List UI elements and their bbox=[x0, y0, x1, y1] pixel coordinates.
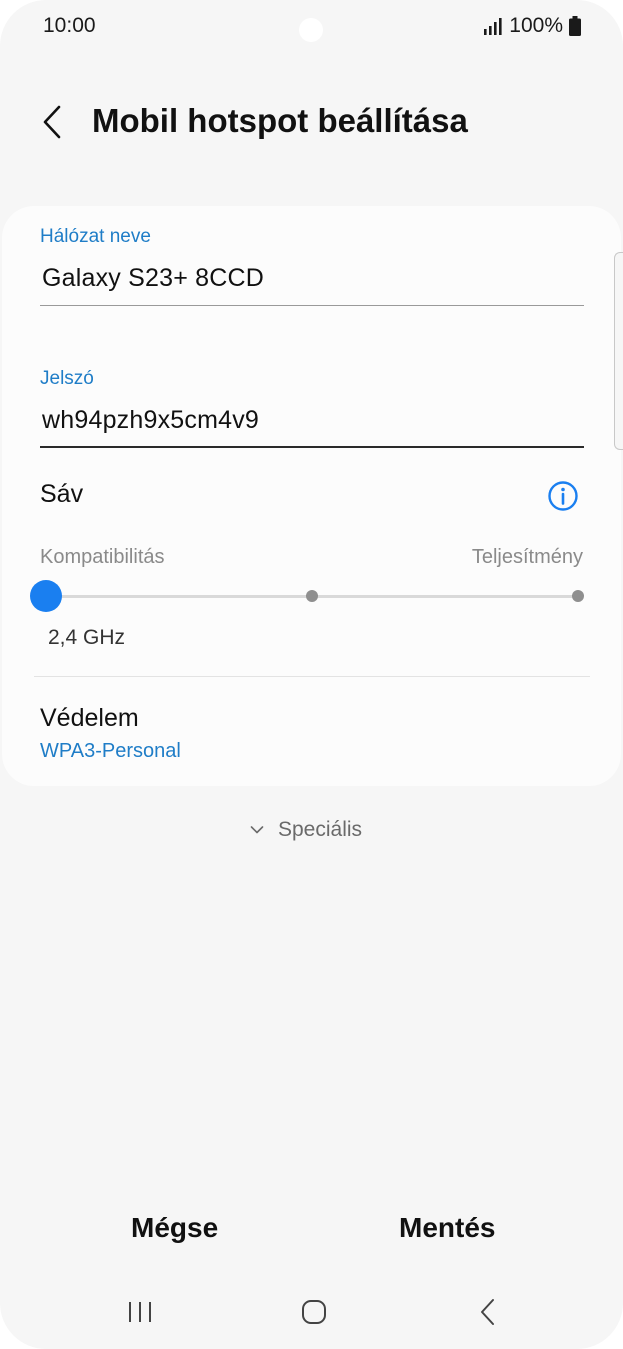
security-value: WPA3-Personal bbox=[40, 740, 181, 762]
signal-icon bbox=[484, 18, 502, 35]
home-icon bbox=[302, 1300, 326, 1324]
band-label: Sáv bbox=[40, 480, 84, 508]
back-arrow-icon bbox=[43, 105, 61, 139]
advanced-toggle[interactable]: Speciális bbox=[250, 818, 362, 842]
hotspot-settings-card: Hálózat neve Galaxy S23+ 8CCD Jelszó wh9… bbox=[2, 206, 621, 786]
nav-back-button[interactable] bbox=[468, 1292, 508, 1332]
back-icon bbox=[481, 1299, 494, 1325]
band-slider-thumb[interactable] bbox=[30, 580, 62, 612]
password-field[interactable]: wh94pzh9x5cm4v9 bbox=[42, 406, 259, 435]
scroll-indicator[interactable] bbox=[614, 252, 623, 450]
security-label: Védelem bbox=[40, 704, 139, 732]
band-slider-step-dot[interactable] bbox=[572, 590, 584, 602]
cancel-button[interactable]: Mégse bbox=[131, 1212, 218, 1244]
phone-screen: 10:00 100% Mobil hotspot beállítása Háló… bbox=[0, 0, 623, 1349]
password-label: Jelszó bbox=[40, 368, 94, 389]
divider bbox=[34, 676, 590, 677]
battery-percent: 100% bbox=[509, 14, 563, 37]
band-selected-value: 2,4 GHz bbox=[48, 626, 126, 649]
save-button[interactable]: Mentés bbox=[399, 1212, 495, 1244]
network-name-field[interactable]: Galaxy S23+ 8CCD bbox=[42, 264, 264, 293]
security-setting[interactable]: Védelem WPA3-Personal bbox=[2, 688, 621, 778]
band-slider[interactable] bbox=[30, 578, 592, 614]
band-slider-right-label: Teljesítmény bbox=[471, 546, 583, 568]
page-title: Mobil hotspot beállítása bbox=[92, 102, 468, 139]
status-icons: 100% bbox=[483, 14, 581, 38]
password-underline bbox=[40, 446, 584, 448]
advanced-label: Speciális bbox=[278, 818, 363, 841]
battery-icon bbox=[569, 16, 581, 36]
home-button[interactable] bbox=[294, 1292, 334, 1332]
band-slider-left-label: Kompatibilitás bbox=[40, 546, 165, 568]
recent-apps-icon bbox=[129, 1302, 151, 1322]
chevron-down-icon bbox=[250, 826, 264, 834]
info-icon[interactable] bbox=[547, 480, 579, 512]
network-name-label: Hálózat neve bbox=[40, 226, 151, 247]
recent-apps-button[interactable] bbox=[120, 1292, 160, 1332]
band-slider-step-dot[interactable] bbox=[306, 590, 318, 602]
front-camera bbox=[299, 18, 323, 42]
network-name-underline bbox=[40, 305, 584, 306]
back-button[interactable] bbox=[34, 100, 70, 144]
status-time: 10:00 bbox=[43, 14, 96, 37]
